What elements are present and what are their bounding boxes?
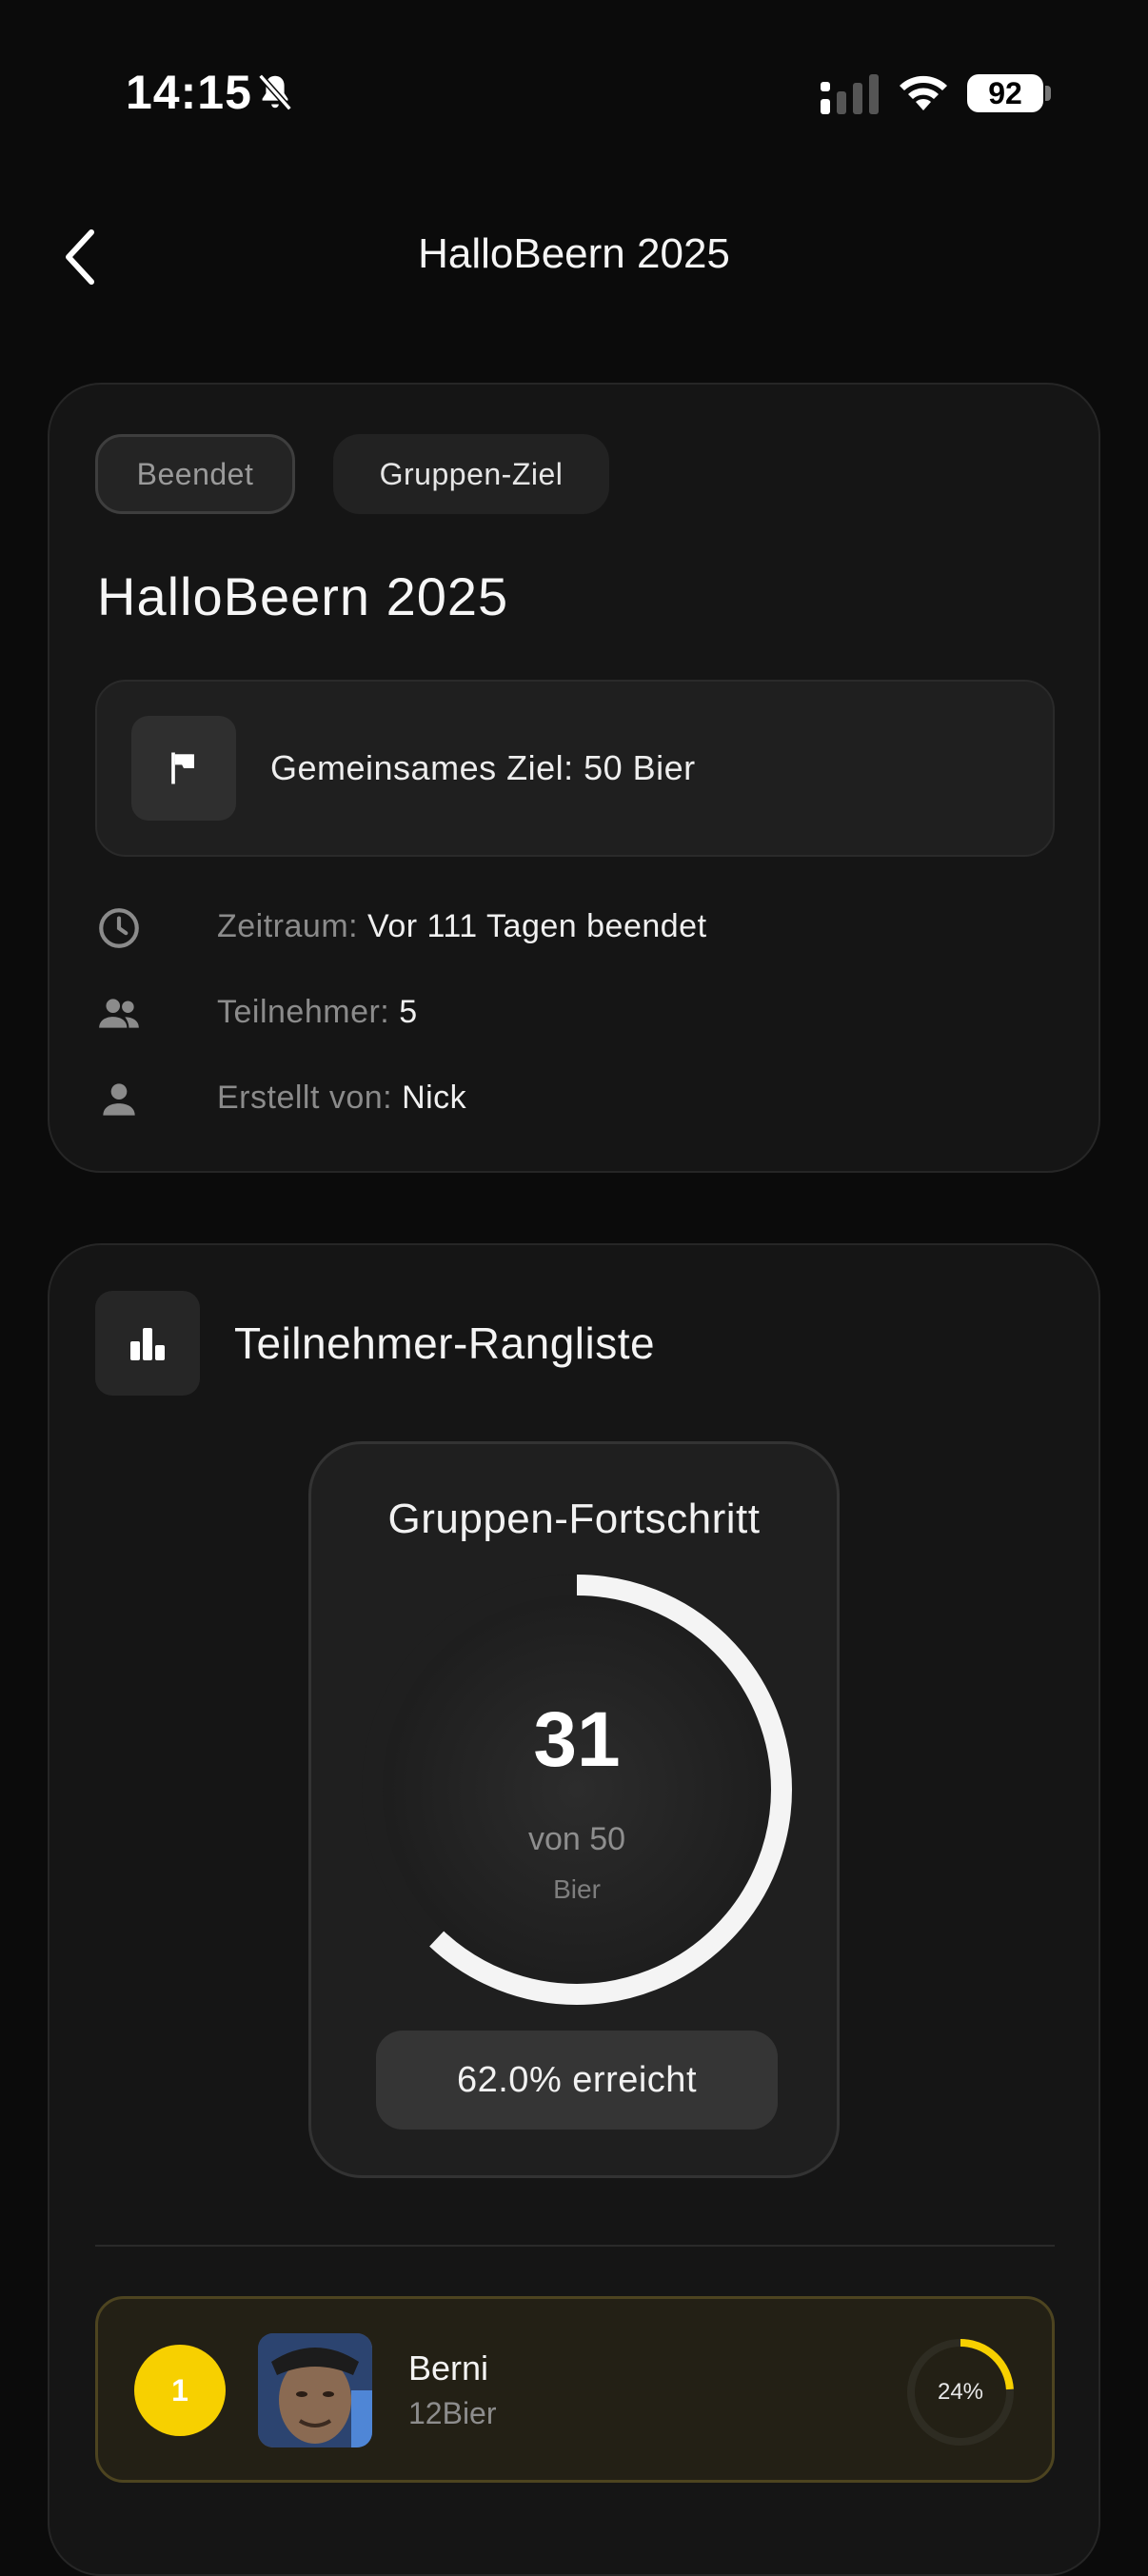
avatar-photo [258,2333,372,2447]
period-value: Vor 111 Tagen beendet [367,908,707,944]
creator-label: Erstellt von: [217,1080,393,1116]
player-name: Berni [408,2348,489,2388]
achieved-pill: 62.0% erreicht [376,2031,778,2130]
ranking-icon-container [95,1291,200,1396]
participants-value: 5 [399,994,418,1030]
meta-row-participants: Teilnehmer: 5 [95,984,1047,1041]
goal-box: Gemeinsames Ziel: 50 Bier [95,680,1055,857]
player-percent: 24% [937,2379,984,2405]
progress-ring-svg [362,1575,792,2005]
people-icon [99,999,139,1028]
nav-bar: HalloBeern 2025 [0,209,1148,305]
progress-of-text: von 50 [527,1821,626,1857]
ranking-card: Teilnehmer-Rangliste Gruppen-Fortschritt… [48,1243,1100,2576]
clock-icon [99,908,139,948]
progress-unit: Bier [553,1874,601,1904]
player-score: 12Bier [408,2396,497,2430]
group-progress-card: Gruppen-Fortschritt 31 von 50 Bier 62.0%… [308,1441,840,2178]
meta-text-period: Zeitraum: Vor 111 Tagen beendet [217,908,707,945]
progress-ring: 31 von 50 Bier [359,1572,795,2008]
type-badge: Gruppen-Ziel [333,434,609,514]
status-bar: 14:15 92 [0,0,1148,190]
signal-icon [821,74,879,114]
status-badge: Beendet [95,434,295,514]
meta-text-participants: Teilnehmer: 5 [217,994,418,1031]
status-time: 14:15 [126,66,252,119]
place-badge: 1 [134,2345,226,2436]
period-label: Zeitraum: [217,908,359,944]
meta-text-creator: Erstellt von: Nick [217,1080,466,1117]
battery-tip [1045,86,1051,101]
battery-indicator: 92 [967,74,1043,112]
ranking-title: Teilnehmer-Rangliste [234,1318,656,1368]
goal-text: Gemeinsames Ziel: 50 Bier [270,748,696,787]
event-info-card: Beendet Gruppen-Ziel HalloBeern 2025 Gem… [48,383,1100,1173]
goal-icon-container [131,716,236,821]
page-title: HalloBeern 2025 [418,230,730,277]
flag-icon [171,752,194,784]
avatar [258,2333,372,2447]
progress-current: 31 [533,1696,621,1783]
bell-slash-icon [258,73,292,111]
person-icon [103,1083,135,1116]
meta-row-period: Zeitraum: Vor 111 Tagen beendet [95,899,1047,956]
progress-title: Gruppen-Fortschritt [387,1496,761,1542]
participants-label: Teilnehmer: [217,994,390,1030]
bar-chart-icon [130,1328,165,1360]
creator-value: Nick [402,1080,467,1116]
event-title: HalloBeern 2025 [97,566,509,626]
wifi-icon [900,75,947,110]
meta-row-creator: Erstellt von: Nick [95,1070,1047,1127]
leaderboard-row[interactable]: 1 Berni 12Bier 24% [95,2296,1055,2483]
divider [95,2245,1055,2247]
